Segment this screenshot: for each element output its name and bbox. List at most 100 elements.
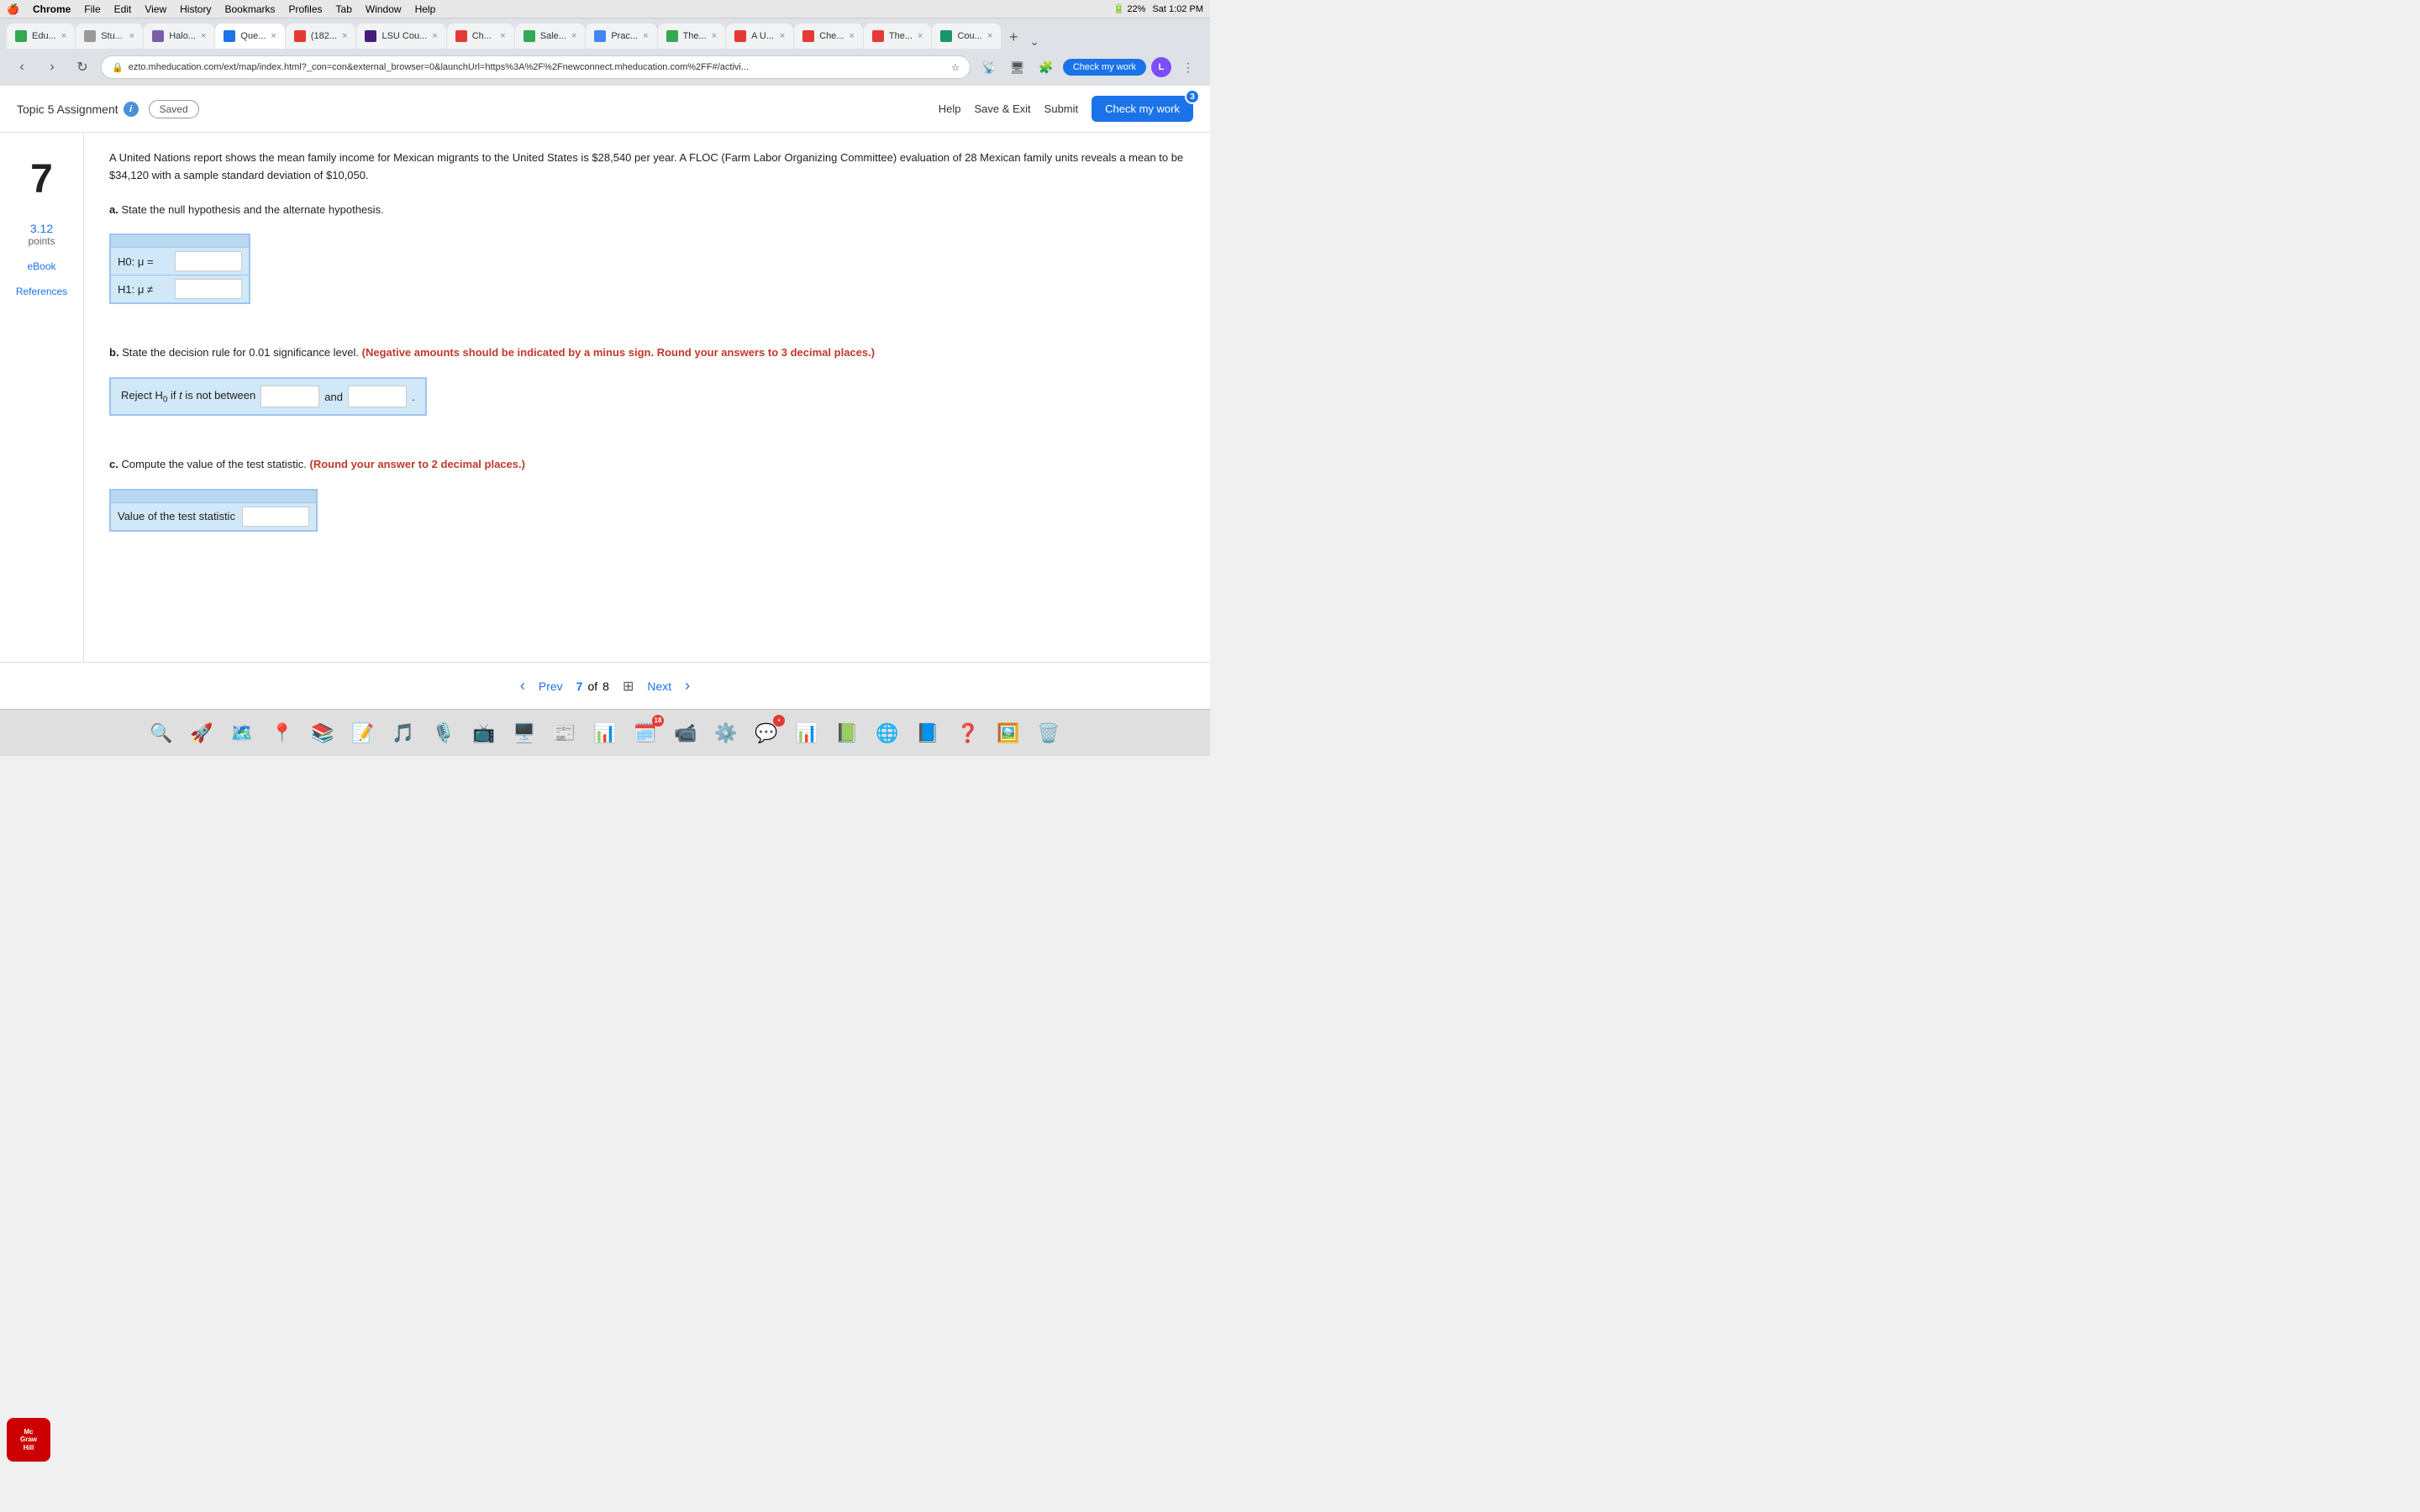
next-arrow[interactable]: ›	[685, 677, 690, 695]
menu-bookmarks[interactable]: Bookmarks	[224, 3, 275, 15]
tab-close-11[interactable]: ×	[849, 31, 854, 41]
dock-messages[interactable]: 💬 •	[750, 717, 783, 750]
cast-icon[interactable]: 📡	[977, 55, 1001, 79]
prev-arrow[interactable]: ‹	[520, 677, 525, 695]
extension-icon[interactable]: 🧩	[1034, 55, 1058, 79]
tab-close-12[interactable]: ×	[918, 31, 923, 41]
references-link[interactable]: References	[16, 286, 67, 297]
dock-notes[interactable]: 📝	[346, 717, 380, 750]
dock-music[interactable]: 🎵	[387, 717, 420, 750]
tab-10[interactable]: A U... ×	[726, 24, 793, 49]
tab-13[interactable]: Cou... ×	[932, 24, 1001, 49]
dock-tv[interactable]: 📺	[467, 717, 501, 750]
tab-close-6[interactable]: ×	[500, 31, 505, 41]
tab-close-4[interactable]: ×	[342, 31, 347, 41]
h1-input[interactable]	[175, 279, 242, 299]
dock-books[interactable]: 📚	[306, 717, 339, 750]
dock-powerpoint[interactable]: 📊	[790, 717, 823, 750]
apple-menu[interactable]: 🍎	[7, 3, 19, 15]
menu-history[interactable]: History	[180, 3, 211, 15]
tab-close-2[interactable]: ×	[201, 31, 206, 41]
tab-close-13[interactable]: ×	[987, 31, 992, 41]
tab-4[interactable]: (182... ×	[286, 24, 356, 49]
tab-12[interactable]: The... ×	[864, 24, 932, 49]
tab-close-5[interactable]: ×	[432, 31, 437, 41]
dock-launchpad[interactable]: 🚀	[185, 717, 218, 750]
menu-file[interactable]: File	[84, 3, 100, 15]
ebook-link[interactable]: eBook	[27, 260, 55, 272]
dock-word[interactable]: 📘	[911, 717, 944, 750]
next-label[interactable]: Next	[647, 680, 671, 693]
tab-6[interactable]: Ch... ×	[447, 24, 514, 49]
check-work-button[interactable]: Check my work 3	[1092, 96, 1193, 122]
menu-profiles[interactable]: Profiles	[289, 3, 323, 15]
dock-preview[interactable]: 🖼️	[992, 717, 1025, 750]
tab-1[interactable]: Stu... ×	[76, 24, 143, 49]
tab-7[interactable]: Sale... ×	[515, 24, 586, 49]
dock-numbers[interactable]: 📊	[588, 717, 622, 750]
mgh-line1: Mc	[24, 1428, 33, 1436]
help-button[interactable]: Help	[939, 102, 961, 115]
tab-3-active[interactable]: Que... ×	[215, 24, 284, 49]
dock-news[interactable]: 📰	[548, 717, 581, 750]
refresh-button[interactable]: ↻	[71, 55, 94, 79]
decision-input-2[interactable]	[348, 386, 407, 407]
decision-input-1[interactable]	[260, 386, 319, 407]
tab-close-9[interactable]: ×	[712, 31, 717, 41]
dock-finder[interactable]: 🔍	[145, 717, 178, 750]
dock-trash[interactable]: 🗑️	[1032, 717, 1065, 750]
tab-close-8[interactable]: ×	[643, 31, 648, 41]
menu-dots-icon[interactable]: ⋮	[1176, 55, 1200, 79]
tab-11[interactable]: Che... ×	[794, 24, 863, 49]
menu-tab[interactable]: Tab	[336, 3, 352, 15]
dock-maps2[interactable]: 📍	[266, 717, 299, 750]
tab-overflow-icon[interactable]: ⌄	[1029, 34, 1039, 49]
info-icon[interactable]: i	[124, 102, 139, 117]
tab-5[interactable]: LSU Cou... ×	[356, 24, 445, 49]
save-exit-button[interactable]: Save & Exit	[974, 102, 1030, 115]
menu-window[interactable]: Window	[366, 3, 402, 15]
tab-close-0[interactable]: ×	[61, 31, 66, 41]
dock-chrome[interactable]: 🌐	[871, 717, 904, 750]
dock-calendar[interactable]: 🗓️ 18	[629, 717, 662, 750]
new-tab-button[interactable]: +	[1002, 25, 1025, 49]
tab-close-1[interactable]: ×	[129, 31, 134, 41]
submit-button[interactable]: Submit	[1044, 102, 1078, 115]
h0-input[interactable]	[175, 251, 242, 271]
part-b-text-content: State the decision rule for 0.01 signifi…	[122, 346, 361, 359]
tab-9[interactable]: The... ×	[658, 24, 726, 49]
menu-chrome[interactable]: Chrome	[33, 3, 71, 15]
dock-maps[interactable]: 🗺️	[225, 717, 259, 750]
update-button[interactable]: Check my work	[1063, 59, 1146, 76]
tab-label-12: The...	[889, 31, 913, 41]
screen-icon[interactable]: 🖥	[1006, 55, 1029, 79]
menu-view[interactable]: View	[145, 3, 166, 15]
dock-facetime[interactable]: 📹	[669, 717, 702, 750]
check-work-badge: 3	[1185, 89, 1200, 104]
dock-excel[interactable]: 📗	[830, 717, 864, 750]
tab-label-8: Prac...	[611, 31, 638, 41]
back-button[interactable]: ‹	[10, 55, 34, 79]
tab-0[interactable]: Edu... ×	[7, 24, 75, 49]
tab-2[interactable]: Halo... ×	[144, 24, 214, 49]
question-intro: A United Nations report shows the mean f…	[109, 150, 1185, 185]
test-stat-input[interactable]	[242, 507, 309, 527]
dock-keynote[interactable]: 🖥️	[508, 717, 541, 750]
forward-button[interactable]: ›	[40, 55, 64, 79]
dock-help[interactable]: ❓	[951, 717, 985, 750]
tab-close-7[interactable]: ×	[571, 31, 576, 41]
address-bar[interactable]: 🔒 ezto.mheducation.com/ext/map/index.htm…	[101, 55, 971, 79]
tab-close-10[interactable]: ×	[780, 31, 785, 41]
dock-podcasts[interactable]: 🎙️	[427, 717, 460, 750]
bookmark-icon[interactable]: ☆	[951, 62, 960, 73]
grid-view-icon[interactable]: ⊞	[623, 678, 634, 695]
part-a-text-content: State the null hypothesis and the altern…	[121, 203, 383, 216]
menu-edit[interactable]: Edit	[114, 3, 132, 15]
prev-label[interactable]: Prev	[539, 680, 563, 693]
dock-settings[interactable]: ⚙️	[709, 717, 743, 750]
tab-close-3[interactable]: ×	[271, 31, 276, 41]
mgh-line2: Graw	[20, 1436, 37, 1444]
menu-help[interactable]: Help	[415, 3, 436, 15]
profile-avatar[interactable]: L	[1151, 57, 1171, 77]
tab-8[interactable]: Prac... ×	[586, 24, 656, 49]
